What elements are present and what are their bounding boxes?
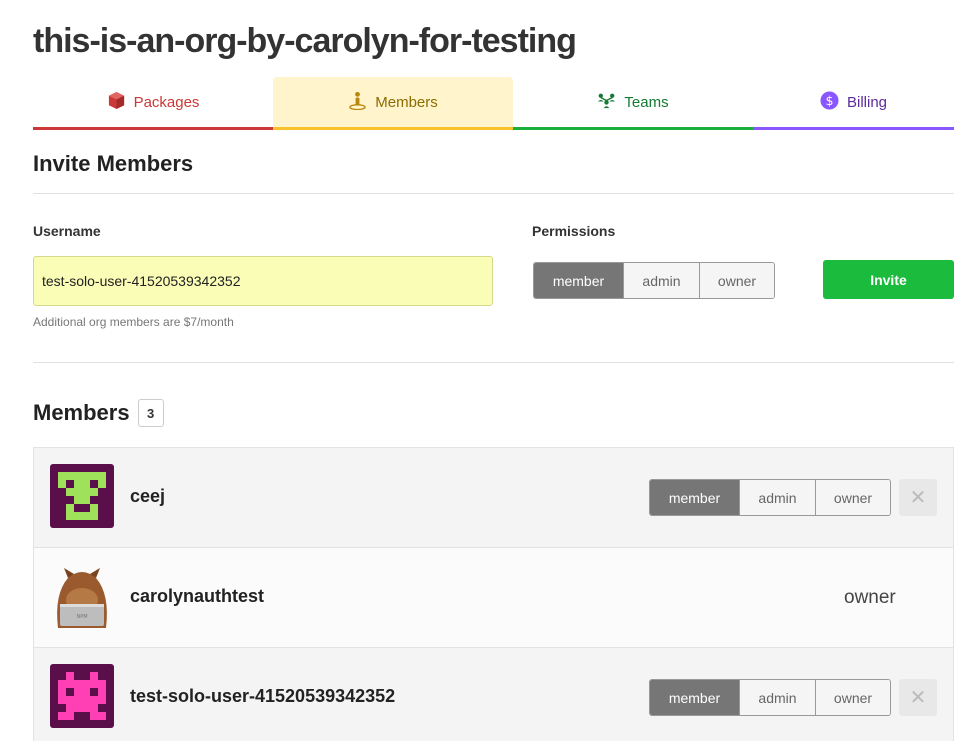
invite-permission-selector: member admin owner [533,262,775,299]
org-title: this-is-an-org-by-carolyn-for-testing [33,22,577,60]
member-name[interactable]: carolynauthtest [130,586,264,607]
role-owner-option[interactable]: owner [815,680,890,715]
close-icon: ✕ [909,487,927,509]
member-row: ceej member admin owner ✕ [34,448,953,548]
pricing-hint: Additional org members are $7/month [33,315,234,329]
username-label: Username [33,223,101,239]
member-row: NPM carolynauthtest owner [34,548,953,648]
tab-label: Members [375,93,438,111]
tab-members[interactable]: Members [273,77,513,130]
role-member-option[interactable]: member [650,480,739,515]
member-row: test-solo-user-41520539342352 member adm… [34,648,953,741]
avatar[interactable] [50,464,114,528]
member-role-selector: member admin owner [649,679,891,716]
divider [33,362,954,363]
invite-button[interactable]: Invite [823,260,954,299]
svg-text:$: $ [826,93,834,107]
divider [33,193,954,194]
org-tabs: Packages Members Teams $ Billing [33,77,954,130]
role-member-option[interactable]: member [650,680,739,715]
role-admin-option[interactable]: admin [739,480,815,515]
tab-packages[interactable]: Packages [33,77,273,130]
dollar-icon: $ [820,90,839,114]
remove-member-button[interactable]: ✕ [899,479,937,516]
invite-members-title: Invite Members [33,151,194,176]
role-admin-option[interactable]: admin [739,680,815,715]
members-title: Members [33,400,130,425]
role-owner-option[interactable]: owner [815,480,890,515]
svg-text:NPM: NPM [76,614,87,620]
teams-icon [597,91,616,114]
member-name[interactable]: test-solo-user-41520539342352 [130,686,395,707]
package-icon [107,91,126,114]
member-role-selector: member admin owner [649,479,891,516]
member-role-text: owner [844,587,896,608]
person-icon [348,91,367,114]
tab-label: Packages [133,93,200,111]
username-input[interactable] [33,256,493,306]
tab-label: Billing [846,93,888,111]
avatar[interactable] [50,664,114,728]
tab-label: Teams [624,93,669,111]
remove-member-button[interactable]: ✕ [899,679,937,716]
permissions-label: Permissions [532,223,616,239]
permission-owner-option[interactable]: owner [699,263,774,298]
members-heading: Members 3 [33,399,164,427]
member-list: ceej member admin owner ✕ NPM carolynaut… [33,447,954,741]
permission-admin-option[interactable]: admin [623,263,699,298]
member-count-badge: 3 [137,399,164,427]
member-name[interactable]: ceej [130,486,165,507]
tab-billing[interactable]: $ Billing [753,77,954,130]
close-icon: ✕ [909,687,927,709]
tab-teams[interactable]: Teams [513,77,753,130]
avatar[interactable]: NPM [50,564,114,628]
permission-member-option[interactable]: member [534,263,623,298]
